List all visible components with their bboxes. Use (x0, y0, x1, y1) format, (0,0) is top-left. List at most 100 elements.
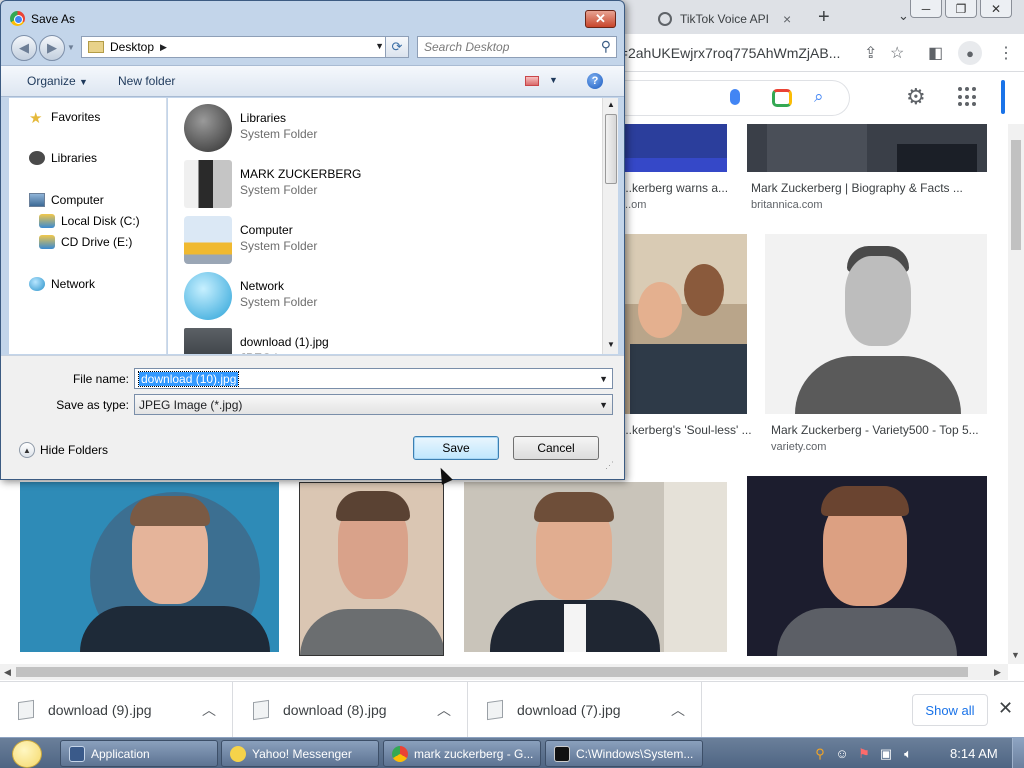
scroll-up-arrow-icon[interactable]: ▲ (607, 100, 615, 109)
side-panel-icon[interactable]: ◧ (928, 43, 943, 63)
file-item-computer[interactable]: Computer System Folder (184, 216, 584, 268)
search-tray-icon[interactable]: ⚲ (812, 746, 828, 762)
settings-gear-icon[interactable]: ⚙ (906, 84, 926, 110)
profile-avatar-icon[interactable]: ● (958, 41, 982, 65)
result-title[interactable]: Mark Zuckerberg | Biography & Facts ... (751, 181, 963, 195)
address-dropdown-icon[interactable]: ▼ (375, 41, 384, 51)
nav-item-network[interactable]: Network (29, 277, 95, 291)
system-clock[interactable]: 8:14 AM (950, 746, 998, 761)
action-center-flag-icon[interactable]: ⚑ (856, 746, 872, 762)
close-downloads-icon[interactable]: ✕ (998, 698, 1013, 719)
breadcrumb-arrow-icon[interactable]: ▶ (160, 42, 167, 53)
recent-locations-chevron-icon[interactable]: ▼ (67, 43, 75, 52)
menu-kebab-icon[interactable]: ⋮ (998, 43, 1014, 63)
start-button[interactable] (8, 738, 46, 768)
result-image[interactable] (299, 482, 444, 656)
result-image[interactable] (765, 234, 987, 414)
result-image[interactable] (464, 482, 727, 652)
taskbar-item-chrome[interactable]: mark zuckerberg - G... (383, 740, 541, 767)
breadcrumb-desktop[interactable]: Desktop (110, 40, 154, 54)
nav-item-favorites[interactable]: ★ Favorites (29, 109, 100, 127)
cancel-button[interactable]: Cancel (513, 436, 599, 460)
resize-grip-icon[interactable]: ⋰ (605, 460, 614, 471)
result-title[interactable]: ...kerberg warns a... (622, 181, 728, 195)
address-bar[interactable]: d=2ahUKEwjrx7roq775AhWmZjAB... (612, 40, 852, 66)
taskbar-item-yahoo-messenger[interactable]: Yahoo! Messenger (221, 740, 379, 767)
nav-item-cd-drive[interactable]: CD Drive (E:) (39, 235, 132, 249)
minimize-button[interactable]: ─ (910, 0, 942, 18)
result-image[interactable] (20, 482, 279, 652)
show-desktop-button[interactable] (1012, 738, 1024, 768)
voice-search-icon[interactable] (730, 89, 740, 105)
result-title[interactable]: ...kerberg's 'Soul-less' ... (622, 423, 752, 437)
result-image[interactable] (620, 124, 727, 172)
volume-icon[interactable]: 🔈︎ (900, 746, 916, 762)
search-icon[interactable]: ⌕ (814, 87, 824, 107)
taskbar-item-command-prompt[interactable]: C:\Windows\System... (545, 740, 703, 767)
file-item-network[interactable]: Network System Folder (184, 272, 584, 324)
save-button[interactable]: Save (413, 436, 499, 460)
show-all-downloads-button[interactable]: Show all (912, 694, 988, 726)
search-desktop-input[interactable]: Search Desktop ⚲ (417, 36, 617, 58)
change-view-icon[interactable] (525, 76, 539, 86)
scrollbar-thumb[interactable] (605, 114, 617, 184)
hide-folders-button[interactable]: ▲ Hide Folders (19, 442, 108, 458)
windows-taskbar: Application Yahoo! Messenger mark zucker… (0, 737, 1024, 768)
tab-tiktok-voice-api[interactable]: TikTok Voice API × (648, 4, 808, 34)
close-window-button[interactable]: ✕ (980, 0, 1012, 18)
file-item-download-1[interactable]: download (1).jpg JPEG image (184, 328, 584, 354)
dialog-close-button[interactable]: ✕ (585, 10, 616, 28)
scroll-down-arrow-icon[interactable]: ▼ (1011, 650, 1020, 660)
organize-menu[interactable]: Organize ▼ (27, 74, 88, 88)
horizontal-scrollbar[interactable] (0, 664, 1008, 680)
refresh-icon[interactable]: ⟳ (385, 36, 409, 58)
scroll-left-arrow-icon[interactable]: ◀ (4, 667, 11, 678)
bookmark-star-icon[interactable]: ☆ (890, 43, 904, 63)
google-search-box[interactable]: ⌕ (612, 80, 850, 116)
search-icon[interactable]: ⚲ (601, 38, 611, 55)
save-as-type-dropdown-icon[interactable]: ▼ (599, 400, 608, 410)
nav-item-computer[interactable]: Computer (29, 193, 104, 207)
file-name-input[interactable]: download (10).jpg ▼ (134, 368, 613, 389)
result-image[interactable] (747, 476, 987, 656)
back-arrow-icon[interactable]: ◀ (11, 35, 37, 61)
chrome-icon (10, 11, 25, 26)
save-as-type-select[interactable]: JPEG Image (*.jpg) ▼ (134, 394, 613, 415)
scrollbar-thumb[interactable] (16, 667, 968, 677)
forward-arrow-icon[interactable]: ▶ (39, 35, 65, 61)
sign-in-button[interactable] (1001, 80, 1005, 114)
new-tab-button[interactable]: + (818, 6, 830, 29)
chevron-up-icon[interactable]: ︿ (671, 700, 685, 720)
result-image[interactable] (620, 234, 747, 414)
new-folder-button[interactable]: New folder (118, 74, 175, 88)
file-name: Computer (240, 223, 293, 237)
scroll-right-arrow-icon[interactable]: ▶ (994, 667, 1001, 678)
scroll-down-arrow-icon[interactable]: ▼ (607, 340, 615, 349)
file-item-mark-zuckerberg[interactable]: MARK ZUCKERBERG System Folder (184, 160, 584, 212)
google-lens-icon[interactable] (772, 89, 792, 107)
nav-item-local-disk[interactable]: Local Disk (C:) (39, 214, 140, 228)
result-title[interactable]: Mark Zuckerberg - Variety500 - Top 5... (771, 423, 979, 437)
view-dropdown-icon[interactable]: ▼ (549, 75, 558, 85)
result-image[interactable] (747, 124, 987, 172)
tab-close-icon[interactable]: × (783, 11, 791, 27)
share-icon[interactable]: ⇪ (864, 43, 877, 63)
google-apps-icon[interactable] (958, 87, 978, 107)
download-item[interactable]: download (7).jpg ︿ (469, 682, 702, 738)
download-item[interactable]: download (9).jpg ︿ (0, 682, 233, 738)
nav-item-libraries[interactable]: Libraries (29, 151, 97, 165)
help-icon[interactable]: ? (587, 73, 603, 89)
maximize-button[interactable]: ❐ (945, 0, 977, 18)
taskbar-item-application[interactable]: Application (60, 740, 218, 767)
chevron-up-icon[interactable]: ︿ (202, 700, 216, 720)
file-name-dropdown-icon[interactable]: ▼ (599, 374, 608, 384)
address-breadcrumb[interactable]: Desktop ▶ ▼ (81, 36, 391, 58)
chevron-up-icon[interactable]: ︿ (437, 700, 451, 720)
file-item-libraries[interactable]: Libraries System Folder (184, 104, 584, 156)
scrollbar-thumb[interactable] (1011, 140, 1021, 250)
network-icon[interactable]: ▣ (878, 746, 894, 762)
vertical-scrollbar[interactable] (1008, 124, 1024, 664)
smiley-tray-icon[interactable]: ☺ (834, 746, 850, 762)
download-item[interactable]: download (8).jpg ︿ (235, 682, 468, 738)
file-list-scrollbar[interactable]: ▲ ▼ (602, 98, 618, 354)
